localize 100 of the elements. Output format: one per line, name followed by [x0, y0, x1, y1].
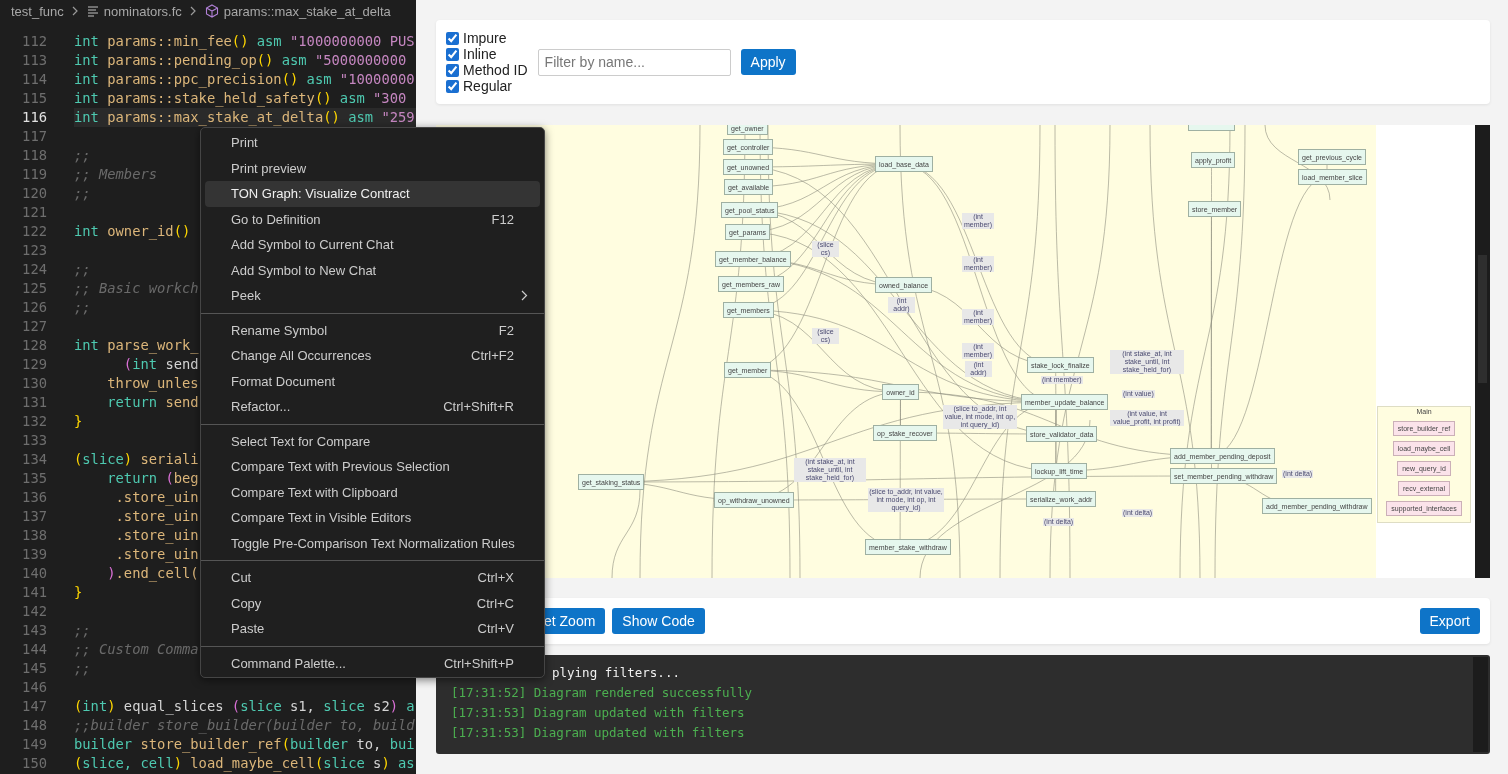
menu-item-label: Print: [231, 135, 258, 151]
shortcut: Ctrl+C: [476, 595, 514, 611]
menu-item[interactable]: TON Graph: Visualize Contract: [205, 181, 540, 207]
code-line: ;; Custom Comma: [74, 640, 199, 657]
line-number: 127: [21, 316, 47, 336]
line-number: 137: [21, 506, 47, 526]
code-line: int owner_id(): [74, 222, 191, 239]
checkbox[interactable]: [446, 79, 459, 93]
menu-item-label: Add Symbol to New Chat: [231, 262, 377, 278]
code-line: return send: [106, 393, 199, 410]
line-number: 143: [21, 620, 47, 640]
breadcrumb-item[interactable]: params::max_stake_at_delta: [223, 3, 391, 19]
checkbox-label[interactable]: Regular: [463, 78, 513, 94]
line-number: 148: [21, 715, 47, 735]
toolbar-button[interactable]: Show Code: [612, 608, 705, 634]
scrollbar[interactable]: [1473, 657, 1488, 752]
apply-button[interactable]: Apply: [740, 49, 796, 75]
menu-item-label: Peek: [231, 288, 261, 304]
line-number: 140: [21, 563, 47, 583]
menu-item[interactable]: Add Symbol to Current Chat: [205, 232, 540, 258]
line-number: 134: [21, 449, 47, 469]
line-number: 144: [21, 639, 47, 659]
line-number: 131: [21, 392, 47, 412]
checkbox-label[interactable]: Method ID: [463, 62, 528, 78]
menu-item-label: Refactor...: [231, 399, 291, 415]
menu-item[interactable]: Toggle Pre-Comparison Text Normalization Rules: [205, 530, 540, 556]
code-line: ;;builder store_builder(builder to, build: [74, 716, 415, 733]
log-line: [17:31:53] Diagram updated with filters: [451, 704, 745, 722]
breadcrumb-item[interactable]: nominators.fc: [103, 3, 182, 19]
line-number: 142: [21, 601, 47, 621]
chevron-icon: [521, 290, 528, 302]
menu-item[interactable]: Rename Symbol F2: [205, 317, 540, 343]
menu-item[interactable]: Command Palette... Ctrl+Shift+P: [205, 650, 540, 676]
log-line: [17:31:52] Diagram rendered successfully: [451, 684, 753, 702]
line-number: 145: [21, 658, 47, 678]
log-line: plying filters...: [552, 664, 680, 682]
checkbox-label[interactable]: Inline: [463, 46, 497, 62]
code-line: int params::ppc_precision() asm "10000000: [74, 70, 415, 87]
lines-icon: [86, 5, 99, 17]
line-number: 130: [21, 373, 47, 393]
line-number: 114: [21, 69, 47, 89]
code-line: ;;: [74, 146, 91, 163]
checkbox[interactable]: [446, 47, 459, 61]
export-button[interactable]: Export: [1419, 608, 1480, 634]
code-line: ;;: [74, 298, 91, 315]
scrollbar[interactable]: [1475, 125, 1490, 578]
line-number: 138: [21, 525, 47, 545]
menu-item[interactable]: Copy Ctrl+C: [205, 590, 540, 616]
menu-item[interactable]: Select Text for Compare: [205, 428, 540, 454]
code-line: int params::pending_op() asm "5000000000: [74, 51, 407, 68]
menu-item[interactable]: Add Symbol to New Chat: [205, 257, 540, 283]
search-field[interactable]: Filter by name...: [537, 48, 731, 76]
menu-item[interactable]: Print preview: [205, 155, 540, 181]
menu-item-label: Compare Text with Clipboard: [231, 484, 398, 500]
menu-item[interactable]: Compare Text in Visible Editors: [205, 505, 540, 531]
code-line: ;; Basic workch: [74, 279, 199, 296]
menu-item[interactable]: Refactor... Ctrl+Shift+R: [205, 394, 540, 420]
menu-item-label: Paste: [231, 621, 265, 637]
menu-item[interactable]: Peek: [205, 283, 540, 309]
line-number: 135: [21, 468, 47, 488]
menu-item-label: Select Text for Compare: [231, 433, 371, 449]
menu-item[interactable]: Compare Text with Previous Selection: [205, 454, 540, 480]
line-number: 123: [21, 240, 47, 260]
menu-item-label: Rename Symbol: [231, 322, 328, 338]
menu-item[interactable]: Compare Text with Clipboard: [205, 479, 540, 505]
menu-item[interactable]: Cut Ctrl+X: [205, 565, 540, 591]
checkbox[interactable]: [446, 31, 459, 45]
menu-item[interactable]: Print: [205, 130, 540, 156]
line-number: 141: [21, 582, 47, 602]
chevron-icon: [189, 6, 197, 16]
line-number: 116: [21, 107, 47, 127]
line-number: 126: [21, 297, 47, 317]
code-line: int params::max_stake_at_delta() asm "259: [74, 108, 415, 125]
code-line: builder store_builder_ref(builder to, bui: [74, 735, 415, 752]
line-number: 112: [21, 31, 47, 51]
menu-item-label: Toggle Pre-Comparison Text Normalization Rules: [231, 535, 515, 551]
cube-icon: [204, 4, 219, 18]
line-number: 121: [21, 202, 47, 222]
menu-item[interactable]: Change All Occurrences Ctrl+F2: [205, 343, 540, 369]
line-number: 122: [21, 221, 47, 241]
checkbox-label[interactable]: Impure: [463, 30, 507, 46]
menu-item[interactable]: Format Document: [205, 368, 540, 394]
code-line: int parse_work_: [74, 336, 199, 353]
breadcrumb-item[interactable]: test_func: [11, 3, 64, 19]
code-line: .store_uin: [114, 545, 199, 562]
checkbox[interactable]: [446, 63, 459, 77]
menu-item-label: Format Document: [231, 373, 336, 389]
menu-item[interactable]: Go to Definition F12: [205, 206, 540, 232]
shortcut: Ctrl+X: [477, 570, 514, 586]
shortcut: F12: [491, 211, 514, 227]
code-line: .store_uin: [114, 488, 199, 505]
code-line: (int send: [122, 355, 199, 372]
menu-item-label: Command Palette...: [231, 655, 346, 671]
code-line: .store_uin: [114, 507, 199, 524]
code-line: int params::min_fee() asm "1000000000 PUS: [74, 32, 415, 49]
line-number: 118: [21, 145, 47, 165]
line-number: 115: [21, 88, 47, 108]
code-line: int params::stake_held_safety() asm "300: [74, 89, 407, 106]
line-number: 133: [21, 430, 47, 450]
menu-item[interactable]: Paste Ctrl+V: [205, 616, 540, 642]
